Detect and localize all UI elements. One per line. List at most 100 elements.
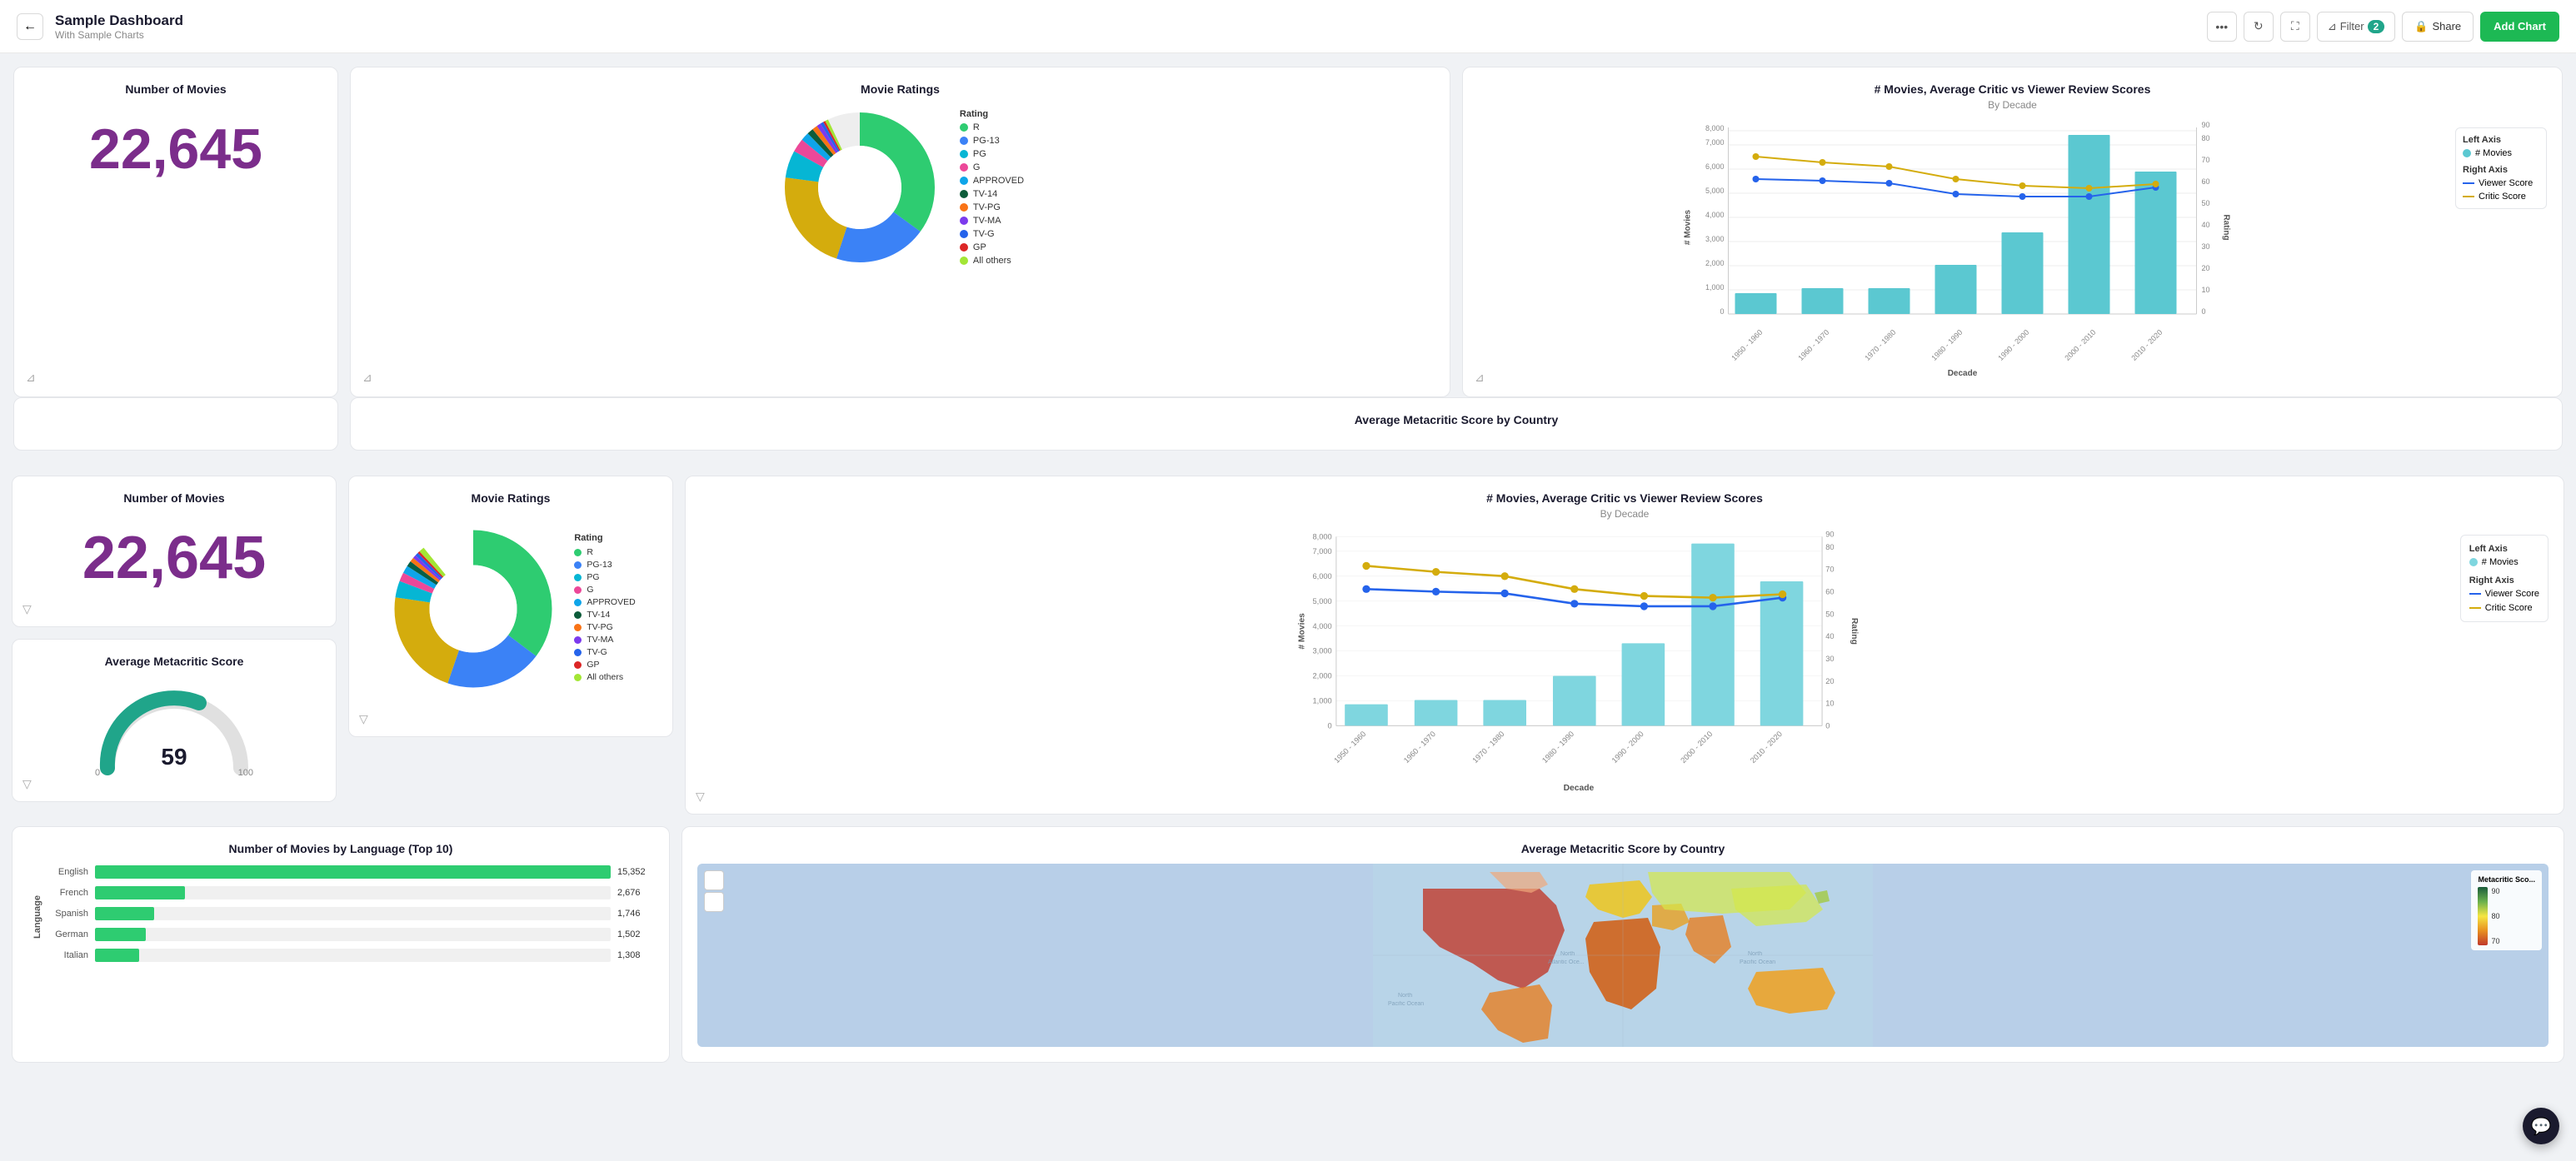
right-axis-label: Right Axis	[2463, 165, 2539, 175]
zoom-out-button[interactable]	[704, 892, 724, 912]
bar-track	[95, 907, 611, 920]
legend-color-dot	[574, 549, 582, 556]
row-2: Average Metacritic Score by Country	[13, 397, 2563, 451]
legend-item: TV-14	[574, 610, 635, 620]
legend-item: All others	[960, 256, 1024, 266]
legend-item: TV-MA	[960, 216, 1024, 226]
svg-text:Pacific Ocean: Pacific Ocean	[1388, 1001, 1424, 1007]
legend-label: G	[973, 162, 981, 172]
fullscreen-button[interactable]: ⛶	[2280, 12, 2310, 42]
svg-text:10: 10	[2202, 286, 2210, 294]
map-legend-values: 90 80 70	[2491, 887, 2499, 945]
viewer-score-item: Viewer Score	[2463, 178, 2539, 188]
svg-text:4,000: 4,000	[1312, 622, 1331, 630]
svg-text:Pacific Ocean: Pacific Ocean	[1740, 959, 1775, 965]
movies-main-value: 22,645	[27, 513, 321, 611]
legend-dot	[960, 177, 968, 185]
legend-item: TV-G	[960, 229, 1024, 239]
right-axis-heading: Right Axis	[2469, 576, 2539, 585]
svg-text:0: 0	[1328, 722, 1332, 730]
svg-text:1,000: 1,000	[1312, 697, 1331, 705]
svg-text:3,000: 3,000	[1312, 647, 1331, 655]
critic-dot-6	[1709, 594, 1716, 601]
legend-label: APPROVED	[973, 176, 1024, 186]
viewer-dot-3	[1501, 590, 1509, 597]
svg-text:40: 40	[2202, 221, 2210, 229]
svg-text:1970 - 1980: 1970 - 1980	[1470, 730, 1505, 765]
combined-card-main: # Movies, Average Critic vs Viewer Revie…	[685, 476, 2564, 815]
map-legend-content: 90 80 70	[2478, 887, 2535, 945]
bar-row-italian: Italian 1,308	[42, 949, 654, 962]
svg-text:8,000: 8,000	[1705, 124, 1725, 132]
bar-fill	[95, 949, 139, 962]
filter-icon: ▽	[22, 602, 32, 616]
bar-1980	[1553, 676, 1596, 726]
legend-label: GP	[973, 242, 986, 252]
legend-label: PG-13	[973, 136, 1000, 146]
bar-fill	[95, 886, 185, 899]
lang-label: German	[42, 929, 88, 939]
legend-dot	[960, 150, 968, 158]
filter-icon: ⊿	[362, 371, 372, 385]
combined-main-subtitle: By Decade	[701, 508, 2549, 520]
svg-text:5,000: 5,000	[1705, 187, 1725, 195]
svg-text:60: 60	[2202, 177, 2210, 186]
viewer-dot-4	[1570, 600, 1578, 607]
critic-legend-item: Critic Score	[2469, 603, 2539, 613]
legend-color-dot	[574, 586, 582, 594]
legend-item: PG	[574, 572, 635, 582]
bar-row-spanish: Spanish 1,746	[42, 907, 654, 920]
filter-icon: ⊿	[2328, 20, 2337, 33]
zoom-in-button[interactable]	[704, 870, 724, 890]
viewer-dot-5	[1640, 602, 1648, 610]
x-label-1960: 1960 - 1970	[1402, 730, 1437, 765]
svg-text:1980 - 1990: 1980 - 1990	[1930, 328, 1964, 362]
bar-chart-section: Language English 15,352 French	[27, 865, 654, 969]
chat-icon: 💬	[2531, 1116, 2552, 1137]
critic-legend-label: Critic Score	[2485, 603, 2533, 613]
legend-color-dot	[574, 611, 582, 619]
lang-y-label: Language	[27, 865, 42, 969]
dashboard-title: Sample Dashboard	[55, 12, 2207, 29]
x-label-1980: 1980 - 1990	[1540, 730, 1575, 765]
filter-count: 2	[2368, 20, 2385, 33]
legend-item: PG-13	[960, 136, 1024, 146]
legend-item: R	[960, 122, 1024, 132]
legend-color-dot	[574, 599, 582, 606]
svg-text:2000 - 2010: 2000 - 2010	[1679, 730, 1714, 765]
legend-dot	[960, 257, 968, 265]
legend-item: R	[574, 547, 635, 557]
gauge-svg: 59	[91, 685, 257, 776]
viewer-legend-line	[2469, 593, 2481, 595]
legend-item-label: APPROVED	[587, 597, 635, 607]
refresh-icon: ↻	[2254, 19, 2264, 33]
svg-text:70: 70	[2202, 156, 2210, 164]
viewer-legend-item: Viewer Score	[2469, 589, 2539, 599]
legend-item-label: G	[587, 585, 593, 595]
main-chart-svg: 0 1,000 2,000 3,000 4,000 5,000 6,000 7,…	[701, 528, 2454, 795]
chart-wrapper: 0 1,000 2,000 3,000 4,000 5,000 6,000 7,…	[1478, 119, 2445, 381]
legend-item: TV-G	[574, 647, 635, 657]
svg-text:2010 - 2020: 2010 - 2020	[2129, 328, 2164, 362]
refresh-button[interactable]: ↻	[2244, 12, 2274, 42]
svg-text:60: 60	[1825, 587, 1834, 595]
back-button[interactable]: ←	[17, 13, 43, 40]
svg-text:90: 90	[1825, 530, 1834, 538]
svg-text:1970 - 1980: 1970 - 1980	[1863, 328, 1897, 362]
map-card-main: Average Metacritic Score by Country	[681, 826, 2564, 1063]
legend-color-dot	[574, 624, 582, 631]
movies-legend-label: # Movies	[2482, 557, 2519, 567]
share-button[interactable]: 🔒 Share	[2402, 12, 2474, 42]
more-button[interactable]: •••	[2207, 12, 2237, 42]
legend-title-main: Rating	[574, 533, 635, 543]
filter-button[interactable]: ⊿ Filter 2	[2317, 12, 2395, 42]
map-gradient	[2478, 887, 2488, 945]
svg-text:North: North	[1560, 951, 1575, 957]
filter-icon: ⊿	[26, 371, 36, 385]
ratings-main-title: Movie Ratings	[364, 491, 657, 505]
add-chart-button[interactable]: Add Chart	[2480, 12, 2559, 42]
movies-legend-item: # Movies	[2469, 557, 2539, 567]
combined-content: 0 1,000 2,000 3,000 4,000 5,000 6,000 7,…	[701, 528, 2549, 799]
chat-bubble[interactable]: 💬	[2523, 1108, 2559, 1144]
map-main-title: Average Metacritic Score by Country	[697, 842, 2549, 855]
